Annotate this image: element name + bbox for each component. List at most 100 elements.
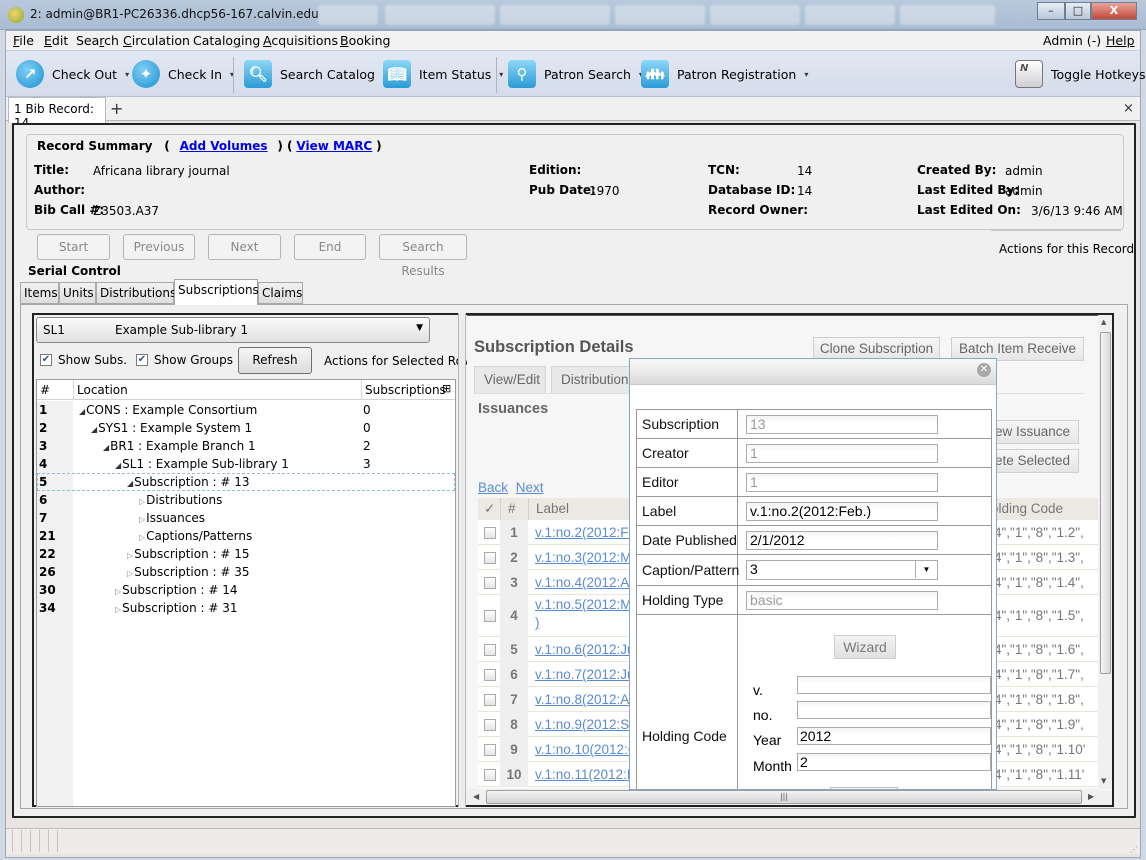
tab-units[interactable]: Units — [59, 282, 96, 304]
expanded-triangle-icon[interactable]: ◢ — [79, 407, 85, 416]
menu-edit[interactable]: Edit — [44, 33, 68, 48]
col-subscriptions[interactable]: Subscriptions — [365, 383, 446, 397]
start-button[interactable]: Start — [37, 234, 110, 260]
collapsed-triangle-icon[interactable]: ▷ — [115, 605, 121, 614]
tree-row[interactable]: 7 ▷Issuances — [37, 509, 455, 527]
col-num[interactable]: # — [508, 501, 516, 516]
close-tab-button[interactable]: × — [1123, 101, 1134, 116]
tab-claims[interactable]: Claims — [258, 282, 303, 304]
end-button[interactable]: End — [294, 234, 366, 260]
horizontal-scroll-thumb[interactable]: ||| — [486, 790, 1082, 804]
wizard-button[interactable]: Wizard — [834, 635, 896, 659]
patron-registration-button[interactable]: 👪︎ Patron Registration ▾ — [641, 59, 808, 89]
dropdown-icon[interactable]: ▾ — [125, 70, 129, 79]
tree-row[interactable]: 2 ◢SYS1 : Example System 10 — [37, 419, 455, 437]
scroll-down-icon[interactable]: ▼ — [1101, 777, 1106, 785]
help-menu[interactable]: Help — [1106, 33, 1135, 48]
date-published-field[interactable]: 2/1/2012 — [746, 531, 938, 550]
tab-bib-record[interactable]: 1 Bib Record: 14 — [8, 97, 106, 130]
expanded-triangle-icon[interactable]: ◢ — [115, 461, 121, 470]
tab-view-edit[interactable]: View/Edit — [474, 366, 546, 394]
show-subs-checkbox[interactable]: ✔ Show Subs. — [40, 353, 127, 367]
dialog-title-bar[interactable] — [630, 359, 996, 385]
row-checkbox[interactable] — [484, 769, 496, 781]
collapsed-triangle-icon[interactable]: ▷ — [139, 533, 145, 542]
menu-circulation[interactable]: Circulation — [123, 33, 190, 48]
close-window-button[interactable]: X — [1091, 2, 1137, 20]
view-marc-link[interactable]: View MARC — [296, 139, 372, 153]
tree-row[interactable]: 5 ◢Subscription : # 13 — [37, 473, 455, 491]
holding-v-field[interactable] — [797, 676, 991, 694]
collapsed-triangle-icon[interactable]: ▷ — [139, 515, 145, 524]
holding-no-field[interactable] — [797, 701, 991, 719]
tree-row[interactable]: 1 ◢CONS : Example Consortium 0 — [37, 401, 455, 419]
org-unit-select[interactable]: SL1 Example Sub-library 1 ▼ — [36, 317, 430, 343]
tab-distributions[interactable]: Distributions — [96, 282, 176, 304]
next-button[interactable]: Next — [208, 234, 281, 260]
partial-button[interactable] — [830, 787, 898, 789]
column-picker-icon[interactable]: ⊞ — [442, 382, 451, 395]
row-checkbox[interactable] — [484, 552, 496, 564]
check-in-button[interactable]: ✦ Check In ▾ — [132, 59, 234, 89]
add-volumes-link[interactable]: Add Volumes — [180, 139, 268, 153]
label-field[interactable]: v.1:no.2(2012:Feb.) — [746, 502, 938, 521]
new-tab-button[interactable]: + — [110, 99, 123, 118]
menu-cataloging[interactable]: Cataloging — [193, 33, 260, 48]
menu-search[interactable]: Search — [76, 33, 119, 48]
back-link[interactable]: Back — [478, 480, 508, 495]
col-label[interactable]: Label — [536, 501, 569, 516]
tree-row[interactable]: 3 ◢BR1 : Example Branch 12 — [37, 437, 455, 455]
scroll-right-icon[interactable]: ▶ — [1088, 792, 1094, 801]
collapsed-triangle-icon[interactable]: ▷ — [139, 497, 145, 506]
holding-month-field[interactable]: 2 — [797, 753, 991, 771]
collapsed-triangle-icon[interactable]: ▷ — [127, 569, 133, 578]
issuance-label-link-wrap[interactable]: ) — [535, 615, 540, 630]
actions-for-record-menu[interactable]: Actions for this Record — [999, 242, 1134, 256]
collapsed-triangle-icon[interactable]: ▷ — [127, 551, 133, 560]
row-checkbox[interactable] — [484, 719, 496, 731]
previous-button[interactable]: Previous — [123, 234, 195, 260]
patron-search-button[interactable]: ⚲ Patron Search ▾ — [508, 59, 643, 89]
collapsed-triangle-icon[interactable]: ▷ — [115, 587, 121, 596]
scroll-left-icon[interactable]: ◀ — [473, 792, 479, 801]
select-all-column[interactable]: ✓ — [484, 501, 495, 517]
subscription-field[interactable]: 13 — [746, 415, 938, 434]
col-location[interactable]: Location — [77, 383, 128, 397]
holding-year-field[interactable]: 2012 — [797, 727, 991, 745]
minimize-button[interactable]: – — [1037, 2, 1065, 20]
creator-field[interactable]: 1 — [746, 444, 938, 463]
col-num[interactable]: # — [40, 383, 50, 397]
tab-subscriptions[interactable]: Subscriptions — [174, 279, 259, 305]
show-groups-checkbox[interactable]: ✔ Show Groups — [136, 353, 233, 367]
menu-booking[interactable]: Booking — [340, 33, 390, 48]
item-status-button[interactable]: 📖︎ Item Status ▾ — [383, 59, 503, 89]
tab-items[interactable]: Items — [20, 282, 59, 304]
expanded-triangle-icon[interactable]: ◢ — [103, 443, 109, 452]
actions-selected-row-menu[interactable]: Actions for Selected Row — [324, 354, 473, 368]
search-results-button[interactable]: Search Results — [379, 234, 467, 278]
caption-pattern-select[interactable]: 3 ▼ — [746, 560, 938, 580]
row-checkbox[interactable] — [484, 527, 496, 539]
pane-splitter[interactable] — [458, 313, 466, 807]
check-out-button[interactable]: ↗ Check Out ▾ — [16, 59, 129, 89]
expanded-triangle-icon[interactable]: ◢ — [127, 479, 133, 488]
org-tree[interactable]: # Location Subscriptions ⊞ 1 ◢CONS : Exam… — [36, 379, 456, 807]
checkbox-checked-icon[interactable]: ✔ — [136, 354, 148, 366]
tree-row[interactable]: 34 ▷Subscription : # 31 — [37, 599, 455, 617]
maximize-button[interactable]: □ — [1065, 2, 1091, 20]
row-checkbox[interactable] — [484, 669, 496, 681]
editor-field[interactable]: 1 — [746, 473, 938, 492]
row-checkbox[interactable] — [484, 610, 496, 622]
holding-type-field[interactable]: basic — [746, 591, 938, 610]
refresh-button[interactable]: Refresh — [238, 347, 312, 374]
toggle-hotkeys-button[interactable]: N Toggle Hotkeys — [1015, 59, 1146, 89]
tree-row[interactable]: 30 ▷Subscription : # 14 — [37, 581, 455, 599]
scroll-up-icon[interactable]: ▲ — [1101, 318, 1106, 326]
resize-grip-icon[interactable]: ⋰ — [1130, 845, 1138, 854]
tree-row[interactable]: 4 ◢SL1 : Example Sub-library 13 — [37, 455, 455, 473]
checkbox-checked-icon[interactable]: ✔ — [40, 354, 52, 366]
tree-row[interactable]: 22 ▷Subscription : # 15 — [37, 545, 455, 563]
row-checkbox[interactable] — [484, 644, 496, 656]
row-checkbox[interactable] — [484, 744, 496, 756]
close-icon[interactable]: ✕ — [977, 363, 991, 377]
